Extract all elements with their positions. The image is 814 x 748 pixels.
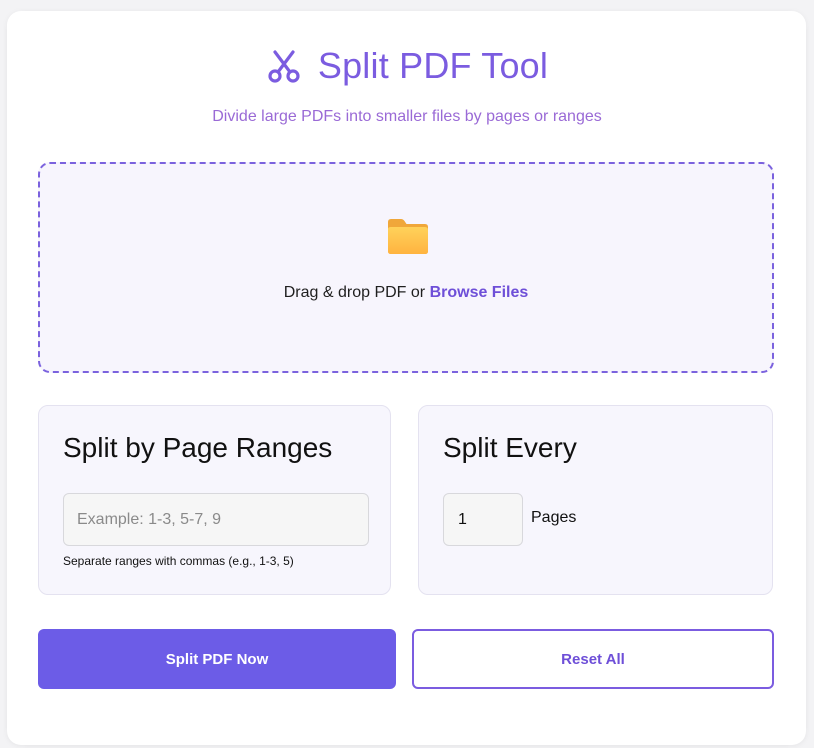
header: Split PDF Tool — [0, 44, 814, 88]
folder-icon — [386, 216, 430, 256]
split-pdf-button[interactable]: Split PDF Now — [38, 629, 396, 689]
pages-count-input[interactable] — [443, 493, 523, 546]
split-every-title: Split Every — [443, 432, 577, 463]
dropzone-text: Drag & drop PDF or Browse Files — [40, 284, 772, 302]
scissors-icon — [266, 48, 302, 84]
browse-files-link[interactable]: Browse Files — [430, 284, 529, 301]
ranges-panel-title: Split by Page Ranges — [63, 432, 333, 463]
file-dropzone[interactable]: Drag & drop PDF or Browse Files — [38, 162, 774, 373]
split-by-ranges-panel: Split by Page Ranges Separate ranges wit… — [38, 405, 391, 595]
page-title: Split PDF Tool — [317, 45, 549, 86]
ranges-hint: Separate ranges with commas (e.g., 1-3, … — [63, 554, 294, 568]
page-ranges-input[interactable] — [63, 493, 369, 546]
dropzone-instruction: Drag & drop PDF or — [283, 284, 430, 301]
split-every-panel: Split Every Pages — [418, 405, 773, 595]
page-subtitle: Divide large PDFs into smaller files by … — [212, 108, 602, 125]
pages-unit-label: Pages — [531, 509, 577, 526]
reset-all-button[interactable]: Reset All — [412, 629, 774, 689]
